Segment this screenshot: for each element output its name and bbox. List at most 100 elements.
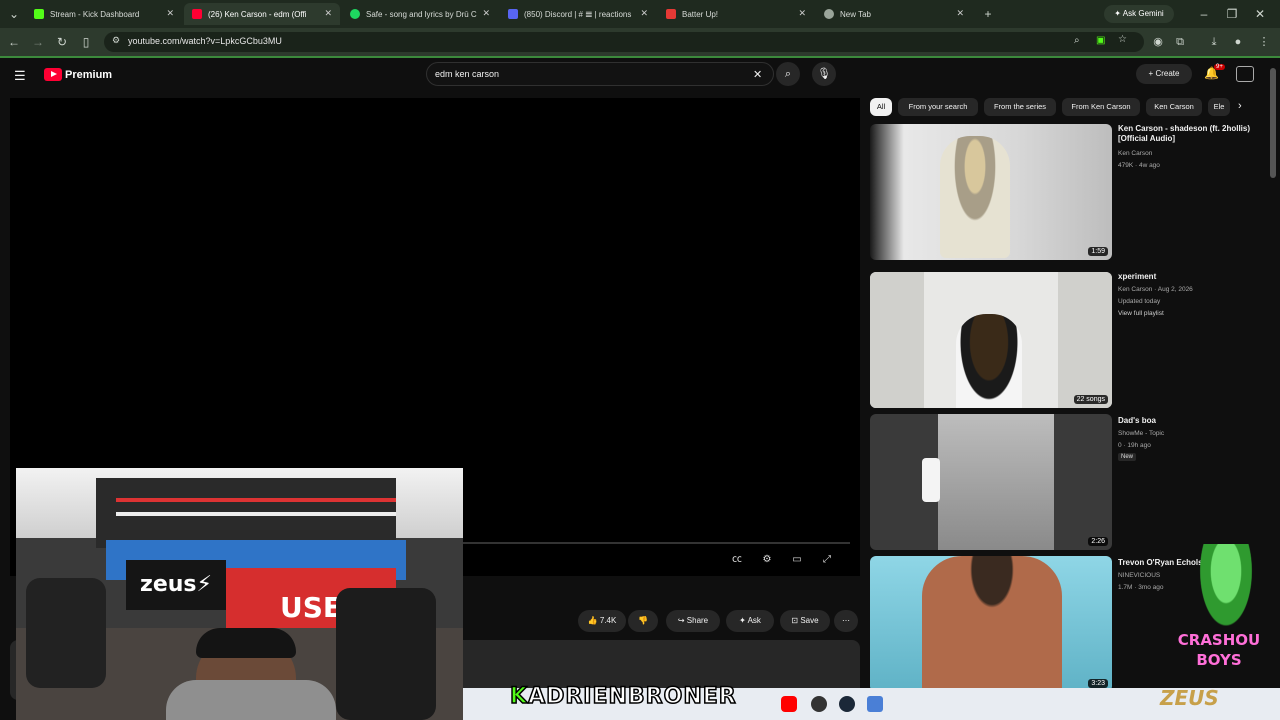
- share-button[interactable]: ↪ Share: [666, 610, 720, 632]
- close-icon[interactable]: ✕: [798, 8, 806, 19]
- related-thumbnail-1[interactable]: 1:59: [870, 124, 1112, 260]
- profile-avatar-icon[interactable]: ●: [1230, 34, 1246, 50]
- captions-icon[interactable]: ㏄: [728, 552, 746, 568]
- close-icon[interactable]: ✕: [166, 8, 174, 19]
- kick-icon: [34, 9, 44, 19]
- related-title-1[interactable]: Ken Carson - shadeson (ft. 2hollis) [Off…: [1118, 124, 1258, 144]
- close-icon[interactable]: ✕: [482, 8, 490, 19]
- minimize-icon[interactable]: –: [1196, 6, 1212, 22]
- extensions-puzzle-icon[interactable]: ⧉: [1172, 34, 1188, 50]
- hamburger-menu-icon[interactable]: ☰: [14, 68, 26, 84]
- ring-rope: [116, 512, 396, 516]
- related-channel-1[interactable]: Ken Carson: [1118, 148, 1258, 160]
- related-thumbnail-4[interactable]: 3:23: [870, 556, 1112, 692]
- steam-icon[interactable]: [839, 696, 855, 712]
- bookmark-star-icon[interactable]: ☆: [1118, 34, 1127, 45]
- brand-label: Premium: [65, 68, 113, 81]
- app-icon[interactable]: [867, 696, 883, 712]
- search-input[interactable]: edm ken carson ✕: [426, 62, 774, 86]
- streamer-name-overlay: KADRIENBRONER: [509, 683, 737, 710]
- close-icon[interactable]: ✕: [324, 8, 332, 19]
- dislike-button[interactable]: 👎: [628, 610, 658, 632]
- tab-spotify[interactable]: Safe - song and lyrics by Drū C ✕: [342, 3, 498, 25]
- thumbnail-figure: [956, 314, 1022, 408]
- site-info-icon[interactable]: ⚙: [112, 35, 120, 46]
- save-label: Save: [800, 616, 819, 625]
- search-icon: ⌕: [784, 68, 792, 80]
- settings-gear-icon[interactable]: ⚙: [758, 552, 776, 568]
- new-tab-plus-icon[interactable]: +: [980, 6, 996, 22]
- page-scrollbar[interactable]: [1270, 68, 1276, 178]
- ask-label: Ask: [747, 616, 761, 625]
- tab-search-icon[interactable]: ⌄: [6, 6, 22, 22]
- window-close-icon[interactable]: ✕: [1252, 6, 1268, 22]
- crash-line-1: CRASHOU: [1177, 631, 1261, 649]
- tab-discord[interactable]: (850) Discord | # 𝌆 | reactions ✕: [500, 3, 656, 25]
- tab-new-tab[interactable]: New Tab ✕: [816, 3, 972, 25]
- chevron-right-icon[interactable]: ›: [1238, 100, 1242, 112]
- thumbnail-light: [922, 458, 940, 502]
- clear-search-icon[interactable]: ✕: [753, 68, 762, 81]
- miniplayer-icon[interactable]: ▭: [788, 552, 806, 568]
- tab-batter-up[interactable]: Batter Up! ✕: [658, 3, 814, 25]
- chip-from-your-search[interactable]: From your search: [898, 98, 978, 116]
- address-bar[interactable]: ⚙ youtube.com/watch?v=LpkcGCbu3MU ⌕ ▣ ☆: [104, 32, 1144, 52]
- account-avatar[interactable]: [1236, 66, 1254, 82]
- more-actions-button[interactable]: ⋯: [834, 610, 858, 632]
- save-button[interactable]: ⊡ Save: [780, 610, 830, 632]
- view-playlist-link[interactable]: View full playlist: [1118, 308, 1258, 320]
- chip-from-ken-carson[interactable]: From Ken Carson: [1062, 98, 1140, 116]
- related-thumbnail-3[interactable]: 2:26: [870, 414, 1112, 550]
- thumbs-up-icon: 👍: [587, 616, 598, 625]
- share-label: Share: [686, 616, 709, 625]
- chip-ele[interactable]: Ele: [1208, 98, 1230, 116]
- search-button[interactable]: ⌕: [776, 62, 800, 86]
- like-button[interactable]: 👍 7.4K: [578, 610, 626, 632]
- duration-badge: 1:59: [1088, 247, 1108, 256]
- more-dots-icon: ⋯: [842, 616, 850, 625]
- duration-badge: 2:26: [1088, 537, 1108, 546]
- related-channel-3[interactable]: ShowMe - Topic: [1118, 428, 1258, 440]
- extension-icon[interactable]: ▣: [1096, 35, 1105, 46]
- sparkle-icon: ✦: [739, 616, 746, 625]
- forward-arrow-icon[interactable]: →: [30, 34, 46, 50]
- batter-up-icon: [666, 9, 676, 19]
- like-count: 7.4K: [599, 616, 617, 625]
- related-title-3[interactable]: Dad's boa: [1118, 416, 1258, 426]
- close-icon[interactable]: ✕: [640, 8, 648, 19]
- zoom-icon[interactable]: ⌕: [1074, 35, 1080, 46]
- tab-label: (26) Ken Carson - edm (Offi: [208, 9, 307, 19]
- obs-icon[interactable]: [811, 696, 827, 712]
- downloads-icon[interactable]: ⤓: [1206, 34, 1222, 50]
- chip-all[interactable]: All: [870, 98, 892, 116]
- tab-label: Safe - song and lyrics by Drū C: [366, 9, 477, 19]
- notification-count-badge: 9+: [1214, 64, 1225, 70]
- profile-extension-icon[interactable]: ◉: [1150, 34, 1166, 50]
- create-button[interactable]: + Create: [1136, 64, 1192, 84]
- related-title-2[interactable]: xperiment: [1118, 272, 1258, 282]
- tab-youtube[interactable]: (26) Ken Carson - edm (Offi ✕: [184, 3, 340, 25]
- related-thumbnail-2[interactable]: 22 songs: [870, 272, 1112, 408]
- browser-toolbar: ← → ↻ ▯ ⚙ youtube.com/watch?v=LpkcGCbu3M…: [0, 28, 1280, 56]
- ask-button[interactable]: ✦ Ask: [726, 610, 774, 632]
- chip-ken-carson[interactable]: Ken Carson: [1146, 98, 1202, 116]
- chrome-menu-icon[interactable]: ⋮: [1256, 34, 1272, 50]
- back-arrow-icon[interactable]: ←: [6, 34, 22, 50]
- tab-kick-dashboard[interactable]: Stream - Kick Dashboard ✕: [26, 3, 182, 25]
- related-meta-2: Updated today: [1118, 298, 1161, 305]
- side-panel-icon[interactable]: ▯: [78, 34, 94, 50]
- chip-from-the-series[interactable]: From the series: [984, 98, 1056, 116]
- webcam-overlay: zeus⚡ USE: [16, 468, 463, 720]
- youtube-app-icon[interactable]: [781, 696, 797, 712]
- share-icon: ↪: [677, 616, 685, 625]
- voice-search-button[interactable]: 🎙: [812, 62, 836, 86]
- thumbnail-figure: [940, 136, 1010, 258]
- url-text: youtube.com/watch?v=LpkcGCbu3MU: [128, 36, 282, 46]
- ask-gemini-button[interactable]: ✦ Ask Gemini: [1104, 5, 1174, 23]
- related-channel-2[interactable]: Ken Carson · Aug 2, 2026: [1118, 284, 1258, 296]
- reload-icon[interactable]: ↻: [54, 34, 70, 50]
- restore-icon[interactable]: ❐: [1224, 6, 1240, 22]
- fullscreen-icon[interactable]: ⤢: [818, 552, 836, 568]
- close-icon[interactable]: ✕: [956, 8, 964, 19]
- youtube-logo[interactable]: Premium: [44, 68, 112, 81]
